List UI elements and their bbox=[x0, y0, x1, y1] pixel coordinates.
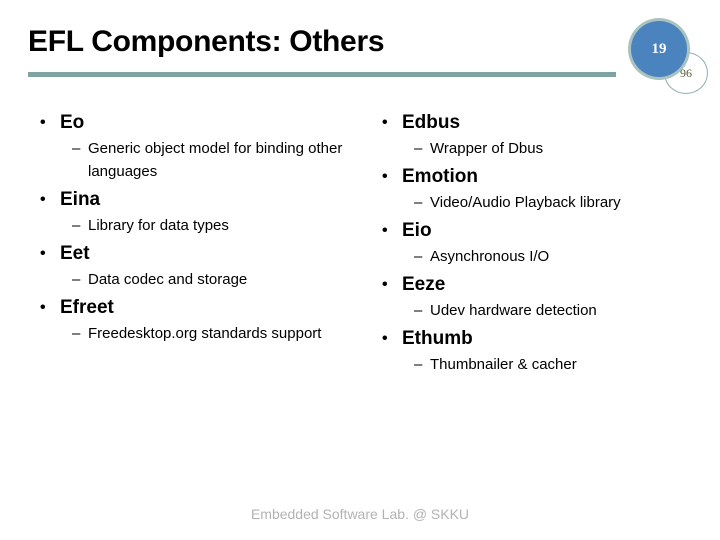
topic-heading: • Eo bbox=[40, 108, 380, 137]
topic-detail: – Asynchronous I/O bbox=[382, 245, 712, 268]
topic-detail: – Library for data types bbox=[40, 214, 380, 237]
bullet-icon: • bbox=[382, 168, 388, 185]
topic-detail: – Wrapper of Dbus bbox=[382, 137, 712, 160]
topic-detail-text: Data codec and storage bbox=[88, 271, 248, 288]
topic-detail: – Freedesktop.org standards support bbox=[40, 322, 380, 345]
topic-detail-text: Freedesktop.org standards support bbox=[88, 325, 322, 342]
topic-detail: – Video/Audio Playback library bbox=[382, 191, 712, 214]
dash-icon: – bbox=[414, 194, 423, 211]
topic-item: • Eet – Data codec and storage bbox=[40, 239, 380, 291]
page-title: EFL Components: Others bbox=[28, 25, 385, 58]
bullet-icon: • bbox=[40, 299, 46, 316]
bullet-icon: • bbox=[40, 245, 46, 262]
topic-heading: • Edbus bbox=[382, 108, 712, 137]
topic-detail: – Data codec and storage bbox=[40, 268, 380, 291]
topic-label: Edbus bbox=[402, 112, 461, 133]
dash-icon: – bbox=[414, 140, 423, 157]
topic-label: Eo bbox=[60, 112, 85, 133]
bullet-icon: • bbox=[382, 276, 388, 293]
dash-icon: – bbox=[72, 325, 81, 342]
topic-item: • Eio – Asynchronous I/O bbox=[382, 216, 712, 268]
topic-label: Eet bbox=[60, 243, 90, 264]
topic-detail: – Generic object model for binding other… bbox=[40, 137, 380, 183]
topic-detail-text: Video/Audio Playback library bbox=[430, 194, 621, 211]
topic-label: Eio bbox=[402, 220, 432, 241]
topic-item: • Edbus – Wrapper of Dbus bbox=[382, 108, 712, 160]
topic-item: • Eina – Library for data types bbox=[40, 185, 380, 237]
bullet-icon: • bbox=[382, 222, 388, 239]
dash-icon: – bbox=[414, 248, 423, 265]
topic-detail-text: Library for data types bbox=[88, 217, 229, 234]
topic-detail-text: Asynchronous I/O bbox=[430, 248, 550, 265]
topic-label: Eeze bbox=[402, 274, 446, 295]
topic-label: Emotion bbox=[402, 166, 478, 187]
topic-heading: • Eet bbox=[40, 239, 380, 268]
topic-heading: • Eeze bbox=[382, 270, 712, 299]
dash-icon: – bbox=[72, 140, 81, 157]
topic-heading: • Efreet bbox=[40, 293, 380, 322]
topic-detail-text: Thumbnailer & cacher bbox=[430, 356, 577, 373]
bullet-icon: • bbox=[382, 114, 388, 131]
topic-item: • Efreet – Freedesktop.org standards sup… bbox=[40, 293, 380, 345]
bullet-icon: • bbox=[40, 114, 46, 131]
topic-detail-text: Generic object model for binding other l… bbox=[88, 140, 343, 180]
topic-detail: – Thumbnailer & cacher bbox=[382, 353, 712, 376]
title-underline-rule bbox=[28, 72, 616, 77]
topic-heading: • Emotion bbox=[382, 162, 712, 191]
page-number-badge: 96 19 bbox=[628, 18, 718, 98]
topic-label: Efreet bbox=[60, 297, 114, 318]
dash-icon: – bbox=[414, 356, 423, 373]
dash-icon: – bbox=[414, 302, 423, 319]
topic-item: • Emotion – Video/Audio Playback library bbox=[382, 162, 712, 214]
topic-detail: – Udev hardware detection bbox=[382, 299, 712, 322]
topic-label: Ethumb bbox=[402, 328, 473, 349]
topic-item: • Eeze – Udev hardware detection bbox=[382, 270, 712, 322]
topic-heading: • Ethumb bbox=[382, 324, 712, 353]
page-number-label: 19 bbox=[651, 40, 667, 57]
dash-icon: – bbox=[72, 217, 81, 234]
topic-label: Eina bbox=[60, 189, 101, 210]
topic-detail-text: Udev hardware detection bbox=[430, 302, 597, 319]
topic-detail-text: Wrapper of Dbus bbox=[430, 140, 544, 157]
bullet-icon: • bbox=[40, 191, 46, 208]
content-column-left: • Eo – Generic object model for binding … bbox=[40, 108, 380, 347]
content-column-right: • Edbus – Wrapper of Dbus • Emotion – Vi… bbox=[382, 108, 712, 378]
bullet-icon: • bbox=[382, 330, 388, 347]
topic-item: • Eo – Generic object model for binding … bbox=[40, 108, 380, 183]
topic-heading: • Eio bbox=[382, 216, 712, 245]
slide-footer: Embedded Software Lab. @ SKKU bbox=[250, 506, 470, 522]
dash-icon: – bbox=[72, 271, 81, 288]
topic-heading: • Eina bbox=[40, 185, 380, 214]
topic-item: • Ethumb – Thumbnailer & cacher bbox=[382, 324, 712, 376]
